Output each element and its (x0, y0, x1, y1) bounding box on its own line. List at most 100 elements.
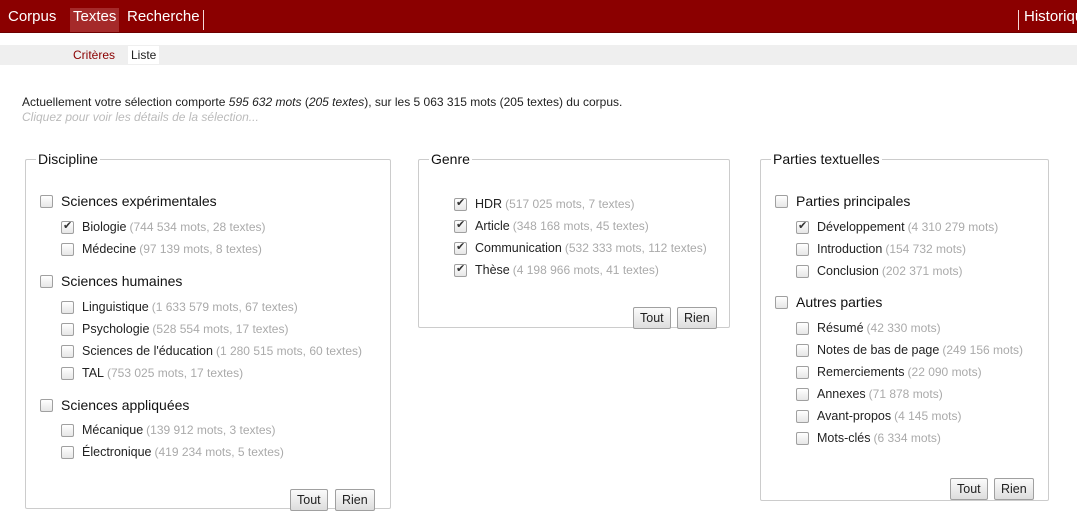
item-biologie[interactable]: Biologie (744 534 mots, 28 textes) (61, 219, 266, 234)
checkbox[interactable] (775, 194, 788, 208)
checkbox[interactable] (61, 445, 74, 459)
checkbox[interactable] (61, 300, 74, 314)
select-all-button[interactable]: Tout (290, 489, 328, 511)
item-tal[interactable]: TAL (753 025 mots, 17 textes) (61, 366, 243, 380)
checkbox[interactable] (61, 322, 74, 336)
item-electronique[interactable]: Électronique (419 234 mots, 5 textes) (61, 445, 284, 459)
select-none-button[interactable]: Rien (335, 489, 375, 511)
item-article[interactable]: Article (348 168 mots, 45 textes) (454, 218, 649, 233)
item-count: (1 633 579 mots, 67 textes) (151, 300, 298, 314)
item-remerciements[interactable]: Remerciements (22 090 mots) (796, 365, 982, 379)
group-sciences-experimentales[interactable]: Sciences expérimentales (40, 193, 217, 209)
checkbox[interactable] (61, 344, 74, 358)
item-sciences-education[interactable]: Sciences de l'éducation (1 280 515 mots,… (61, 344, 362, 358)
group-label: Sciences humaines (61, 273, 183, 289)
item-medecine[interactable]: Médecine (97 139 mots, 8 textes) (61, 242, 262, 256)
checkbox[interactable] (40, 194, 53, 208)
item-count: (348 168 mots, 45 textes) (512, 219, 649, 233)
item-developpement[interactable]: Développement (4 310 279 mots) (796, 219, 999, 234)
item-count: (4 310 279 mots) (907, 220, 999, 234)
checkbox[interactable] (61, 423, 74, 437)
item-label: Avant-propos (817, 409, 892, 423)
item-count: (1 280 515 mots, 60 textes) (215, 344, 363, 358)
item-label: Médecine (82, 242, 137, 256)
select-all-button[interactable]: Tout (950, 478, 988, 500)
tab-corpus[interactable]: Corpus (5, 8, 59, 32)
checkbox[interactable] (796, 264, 809, 278)
item-label: Thèse (475, 263, 510, 277)
group-sciences-humaines[interactable]: Sciences humaines (40, 273, 182, 289)
tab-textes[interactable]: Textes (70, 8, 120, 32)
checkbox[interactable] (454, 218, 467, 233)
item-resume[interactable]: Résumé (42 330 mots) (796, 321, 941, 335)
item-count: (154 732 mots) (885, 242, 967, 256)
checkbox[interactable] (40, 274, 53, 288)
item-mots-cles[interactable]: Mots-clés (6 334 mots) (796, 431, 941, 445)
group-label: Sciences expérimentales (61, 193, 217, 209)
item-label: Conclusion (817, 264, 879, 278)
item-count: (42 330 mots) (866, 321, 941, 335)
item-mecanique[interactable]: Mécanique (139 912 mots, 3 textes) (61, 423, 276, 437)
summary-prefix: Actuellement votre sélection comporte (22, 95, 229, 109)
item-count: (6 334 mots) (873, 431, 941, 445)
item-label: Notes de bas de page (817, 343, 940, 357)
item-avant-propos[interactable]: Avant-propos (4 145 mots) (796, 409, 961, 423)
group-sciences-appliquees[interactable]: Sciences appliquées (40, 397, 189, 413)
checkbox[interactable] (40, 398, 53, 412)
item-label: Introduction (817, 242, 883, 256)
item-count: (4 198 966 mots, 41 textes) (512, 263, 659, 277)
checkbox[interactable] (61, 219, 74, 234)
checkbox[interactable] (454, 262, 467, 277)
checkbox[interactable] (796, 321, 809, 335)
checkbox[interactable] (796, 365, 809, 379)
tab-historique[interactable]: Historique (1021, 8, 1077, 32)
item-count: (4 145 mots) (894, 409, 962, 423)
subtab-criteres[interactable]: Critères (70, 46, 118, 64)
checkbox[interactable] (61, 242, 74, 256)
item-label: HDR (475, 197, 503, 211)
item-count: (753 025 mots, 17 textes) (107, 366, 244, 380)
checkbox[interactable] (796, 242, 809, 256)
item-communication[interactable]: Communication (532 333 mots, 112 textes) (454, 240, 707, 255)
checkbox[interactable] (796, 431, 809, 445)
item-notes-bas-de-page[interactable]: Notes de bas de page (249 156 mots) (796, 343, 1023, 357)
item-hdr[interactable]: HDR (517 025 mots, 7 textes) (454, 196, 635, 211)
selected-texts: 205 textes (308, 95, 365, 109)
checkbox[interactable] (796, 219, 809, 234)
checkbox[interactable] (454, 240, 467, 255)
item-count: (532 333 mots, 112 textes) (564, 241, 707, 255)
item-label: Mots-clés (817, 431, 871, 445)
group-autres-parties[interactable]: Autres parties (775, 294, 882, 310)
select-none-button[interactable]: Rien (994, 478, 1034, 500)
item-these[interactable]: Thèse (4 198 966 mots, 41 textes) (454, 262, 659, 277)
checkbox[interactable] (775, 295, 788, 309)
checkbox[interactable] (796, 343, 809, 357)
summary-mid1: ( (301, 95, 309, 109)
item-conclusion[interactable]: Conclusion (202 371 mots) (796, 264, 963, 278)
item-label: Communication (475, 241, 562, 255)
item-linguistique[interactable]: Linguistique (1 633 579 mots, 67 textes) (61, 300, 298, 314)
tab-recherche[interactable]: Recherche (124, 8, 203, 32)
parties-legend: Parties textuelles (773, 151, 880, 167)
checkbox[interactable] (454, 196, 467, 211)
discipline-fieldset: Discipline Sciences expérimentales Biolo… (25, 151, 391, 511)
discipline-legend: Discipline (38, 151, 98, 167)
item-label: Article (475, 219, 510, 233)
select-all-button[interactable]: Tout (633, 307, 671, 329)
summary-mid2: ), sur les 5 063 315 mots (205 textes) d… (364, 95, 623, 109)
checkbox[interactable] (796, 387, 809, 401)
nav-separator (203, 10, 204, 30)
checkbox[interactable] (61, 366, 74, 380)
checkbox[interactable] (796, 409, 809, 423)
genre-legend: Genre (431, 151, 470, 167)
item-annexes[interactable]: Annexes (71 878 mots) (796, 387, 943, 401)
item-label: Résumé (817, 321, 864, 335)
selection-details-link[interactable]: Cliquez pour voir les détails de la séle… (22, 110, 259, 124)
group-parties-principales[interactable]: Parties principales (775, 193, 910, 209)
item-label: TAL (82, 366, 104, 380)
parties-textuelles-fieldset: Parties textuelles Parties principales D… (760, 151, 1049, 501)
select-none-button[interactable]: Rien (677, 307, 717, 329)
item-introduction[interactable]: Introduction (154 732 mots) (796, 242, 966, 256)
subtab-liste[interactable]: Liste (128, 46, 160, 64)
item-psychologie[interactable]: Psychologie (528 554 mots, 17 textes) (61, 322, 288, 336)
